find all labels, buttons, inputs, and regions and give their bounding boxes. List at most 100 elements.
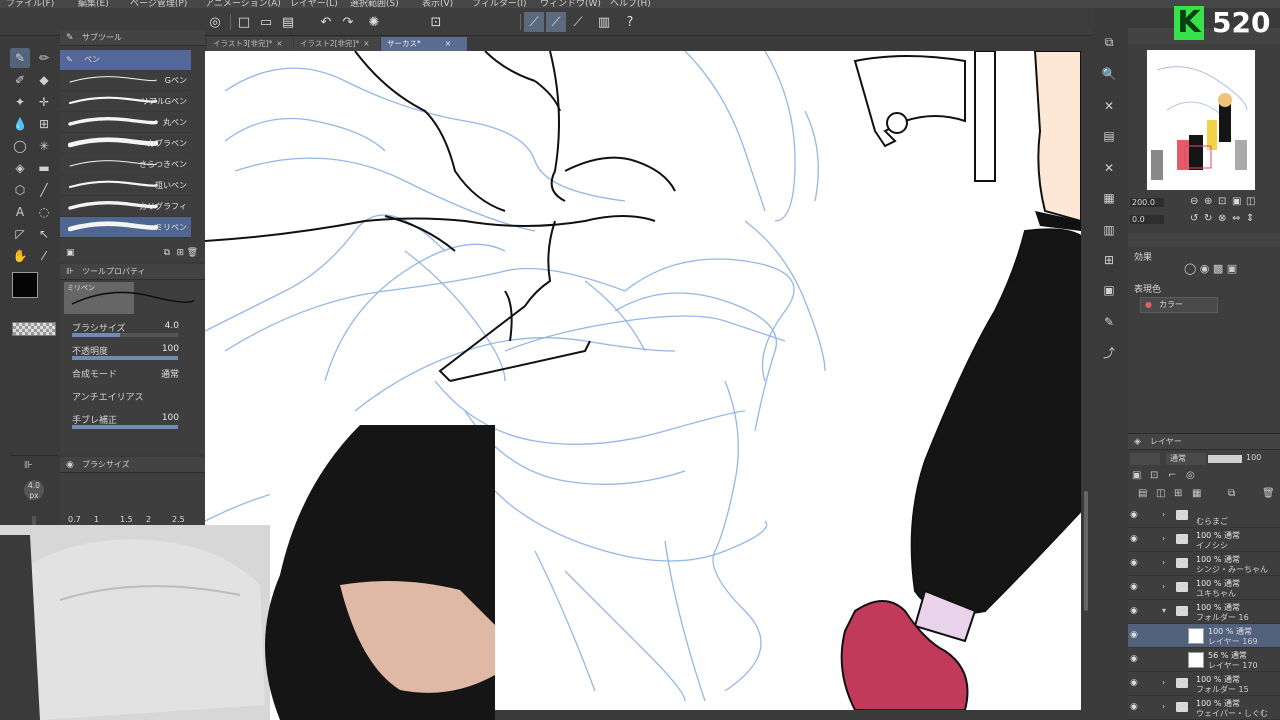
line-tool-icon[interactable]: ╱ [34, 180, 54, 200]
layer-opacity-value[interactable]: 100 [1246, 453, 1261, 462]
subtool-settings-icon[interactable]: ▣ [66, 248, 75, 258]
opacity-slider[interactable] [1208, 455, 1242, 463]
help-icon[interactable]: ? [620, 12, 640, 32]
chevron-right-icon[interactable]: › [1162, 534, 1165, 543]
redo-icon[interactable]: ↷ [338, 12, 358, 32]
select-layer-icon[interactable]: ⬡ [10, 180, 30, 200]
material-icon[interactable]: ⧉ [1099, 32, 1119, 52]
operation-tool-icon[interactable]: ↖ [34, 224, 54, 244]
brush-item[interactable]: ミリペン [60, 217, 191, 238]
tab-illust3[interactable]: イラスト3[非完]* × [207, 37, 293, 51]
chevron-right-icon[interactable]: › [1162, 678, 1165, 687]
layer-row[interactable]: ◉ › 100 % 通常 ウェイパー・しぐむ [1128, 696, 1280, 720]
menu-view[interactable]: 表示(V) [422, 0, 453, 8]
menu-page[interactable]: ページ管理(P) [130, 0, 187, 8]
rotate-right-icon[interactable]: ↻ [1204, 213, 1212, 224]
cancel-icon[interactable]: ✕ [1099, 158, 1119, 178]
property-value[interactable]: 100 [162, 344, 179, 354]
new-folder-icon[interactable]: ▤ [1138, 488, 1147, 499]
snap-grid-icon[interactable]: ⟋ [568, 12, 588, 32]
layer-row[interactable]: ◉ › 100 % 通常 フォルダー 15 [1128, 672, 1280, 696]
clipboard-icon[interactable]: ▥ [594, 12, 614, 32]
zoom-in-icon[interactable]: ⊕ [1204, 196, 1212, 207]
property-row[interactable]: ブラシサイズ 4.0 [60, 316, 205, 339]
visibility-eye-icon[interactable]: ◉ [1130, 654, 1140, 664]
delete-subtool-icon[interactable]: 🗑 [187, 248, 198, 258]
visibility-eye-icon[interactable]: ◉ [1130, 606, 1140, 616]
mask-icon[interactable]: ▦ [1192, 488, 1201, 499]
clip-icon[interactable]: ⌐ [1168, 470, 1176, 481]
sub-view-icon[interactable]: ▥ [1099, 220, 1119, 240]
expression-color-select[interactable]: ● カラー [1140, 297, 1218, 313]
info-icon[interactable]: ▣ [1099, 280, 1119, 300]
layer-row[interactable]: ◉ › 100 % 通常 イノシシ [1128, 528, 1280, 552]
tab-close-icon[interactable]: × [363, 39, 369, 48]
property-value[interactable]: 通常 [161, 367, 179, 380]
layer-property-icon[interactable]: ▦ [1099, 188, 1119, 208]
transform-icon[interactable]: ⊡ [426, 12, 446, 32]
menu-filter[interactable]: フィルター(I) [472, 0, 527, 8]
visibility-eye-icon[interactable]: ◉ [1130, 702, 1140, 712]
menu-animation[interactable]: アニメーション(A) [205, 0, 281, 8]
actual-size-icon[interactable]: ▣ [1232, 196, 1241, 207]
lock-icon[interactable]: ⊡ [1150, 470, 1158, 481]
copy-subtool-icon[interactable]: ⧉ [164, 248, 170, 258]
frame-tool-icon[interactable]: ◸ [10, 224, 30, 244]
clip-studio-icon[interactable]: ◎ [205, 12, 225, 32]
blend-mode-select[interactable]: 通常 [1166, 453, 1206, 465]
new-vector-icon[interactable]: ◫ [1156, 488, 1165, 499]
visibility-eye-icon[interactable]: ◉ [1130, 558, 1140, 568]
layer-row[interactable]: ◉ 100 % 通常 レイヤー 169 [1128, 624, 1280, 648]
pencil-tool-icon[interactable]: ✏ [34, 48, 54, 68]
layer-row[interactable]: ◉ ▾ 100 % 通常 フォルダー 16 [1128, 600, 1280, 624]
new-file-icon[interactable]: □ [234, 12, 254, 32]
menu-window[interactable]: ウィンドウ(W) [540, 0, 601, 8]
flip-h-icon[interactable]: ⇔ [1232, 213, 1240, 224]
close-panel-icon[interactable]: ✕ [1099, 96, 1119, 116]
menu-file[interactable]: ファイル(F) [6, 0, 54, 8]
eraser-tool-icon[interactable]: ◆ [34, 70, 54, 90]
layer-color-select[interactable] [1130, 453, 1160, 465]
rotation-value[interactable]: 0.0 [1130, 215, 1164, 224]
menu-selection[interactable]: 選択範囲(S) [350, 0, 399, 8]
property-slider[interactable] [72, 333, 178, 337]
brush-item[interactable]: リアルGペン [60, 91, 191, 112]
gradient-tool-icon[interactable]: ▬ [34, 158, 54, 178]
fit-icon[interactable]: ⊡ [1218, 196, 1226, 207]
brush-item[interactable]: さらつきペン [60, 154, 191, 175]
property-slider[interactable] [72, 356, 178, 360]
property-value[interactable]: 4.0 [165, 321, 179, 331]
transparent-color-swatch[interactable] [12, 322, 56, 336]
brush-tool-icon[interactable]: ✐ [10, 70, 30, 90]
fit-width-icon[interactable]: ◫ [1246, 196, 1255, 207]
brush-item[interactable]: カブラペン [60, 133, 191, 154]
pen-tool-icon[interactable]: ✎ [10, 48, 30, 68]
visibility-eye-icon[interactable]: ◉ [1130, 582, 1140, 592]
history-icon[interactable]: ▤ [1099, 126, 1119, 146]
property-row[interactable]: 不透明度 100 [60, 339, 205, 362]
layer-row[interactable]: ◉ › むらまご [1128, 504, 1280, 528]
main-color-swatch[interactable] [12, 272, 38, 298]
property-row[interactable]: 合成モード 通常 [60, 362, 205, 385]
hand-tool-icon[interactable]: ✋ [10, 246, 30, 266]
menu-help[interactable]: ヘルプ(H) [610, 0, 651, 8]
brush-item[interactable]: Gペン [60, 70, 191, 91]
brush-item[interactable]: 丸ペン [60, 112, 191, 133]
flip-v-icon[interactable]: ⇕ [1246, 213, 1254, 224]
layer-row[interactable]: ◉ › 100 % 通常 ユキちゃん [1128, 576, 1280, 600]
text-tool-icon[interactable]: A [10, 202, 30, 222]
tab-illust2[interactable]: イラスト2[非完]* × [294, 37, 380, 51]
eyedropper-tool-icon[interactable]: ⁄ [34, 246, 54, 266]
zoom-out-icon[interactable]: ⊖ [1190, 196, 1198, 207]
chevron-right-icon[interactable]: › [1162, 582, 1165, 591]
edit-icon[interactable]: ✎ [1099, 312, 1119, 332]
tab-circus[interactable]: サーカス* × [381, 37, 467, 51]
visibility-eye-icon[interactable]: ◉ [1130, 630, 1140, 640]
magic-wand-icon[interactable]: ✳ [34, 136, 54, 156]
move-tool-icon[interactable]: ✛ [34, 92, 54, 112]
chevron-down-icon[interactable]: ▾ [1162, 606, 1166, 615]
property-row[interactable]: アンチエイリアス [60, 385, 205, 408]
search-icon[interactable]: 🔍 [1099, 64, 1119, 84]
animation-icon[interactable]: ⊞ [1099, 250, 1119, 270]
chevron-right-icon[interactable]: › [1162, 510, 1165, 519]
